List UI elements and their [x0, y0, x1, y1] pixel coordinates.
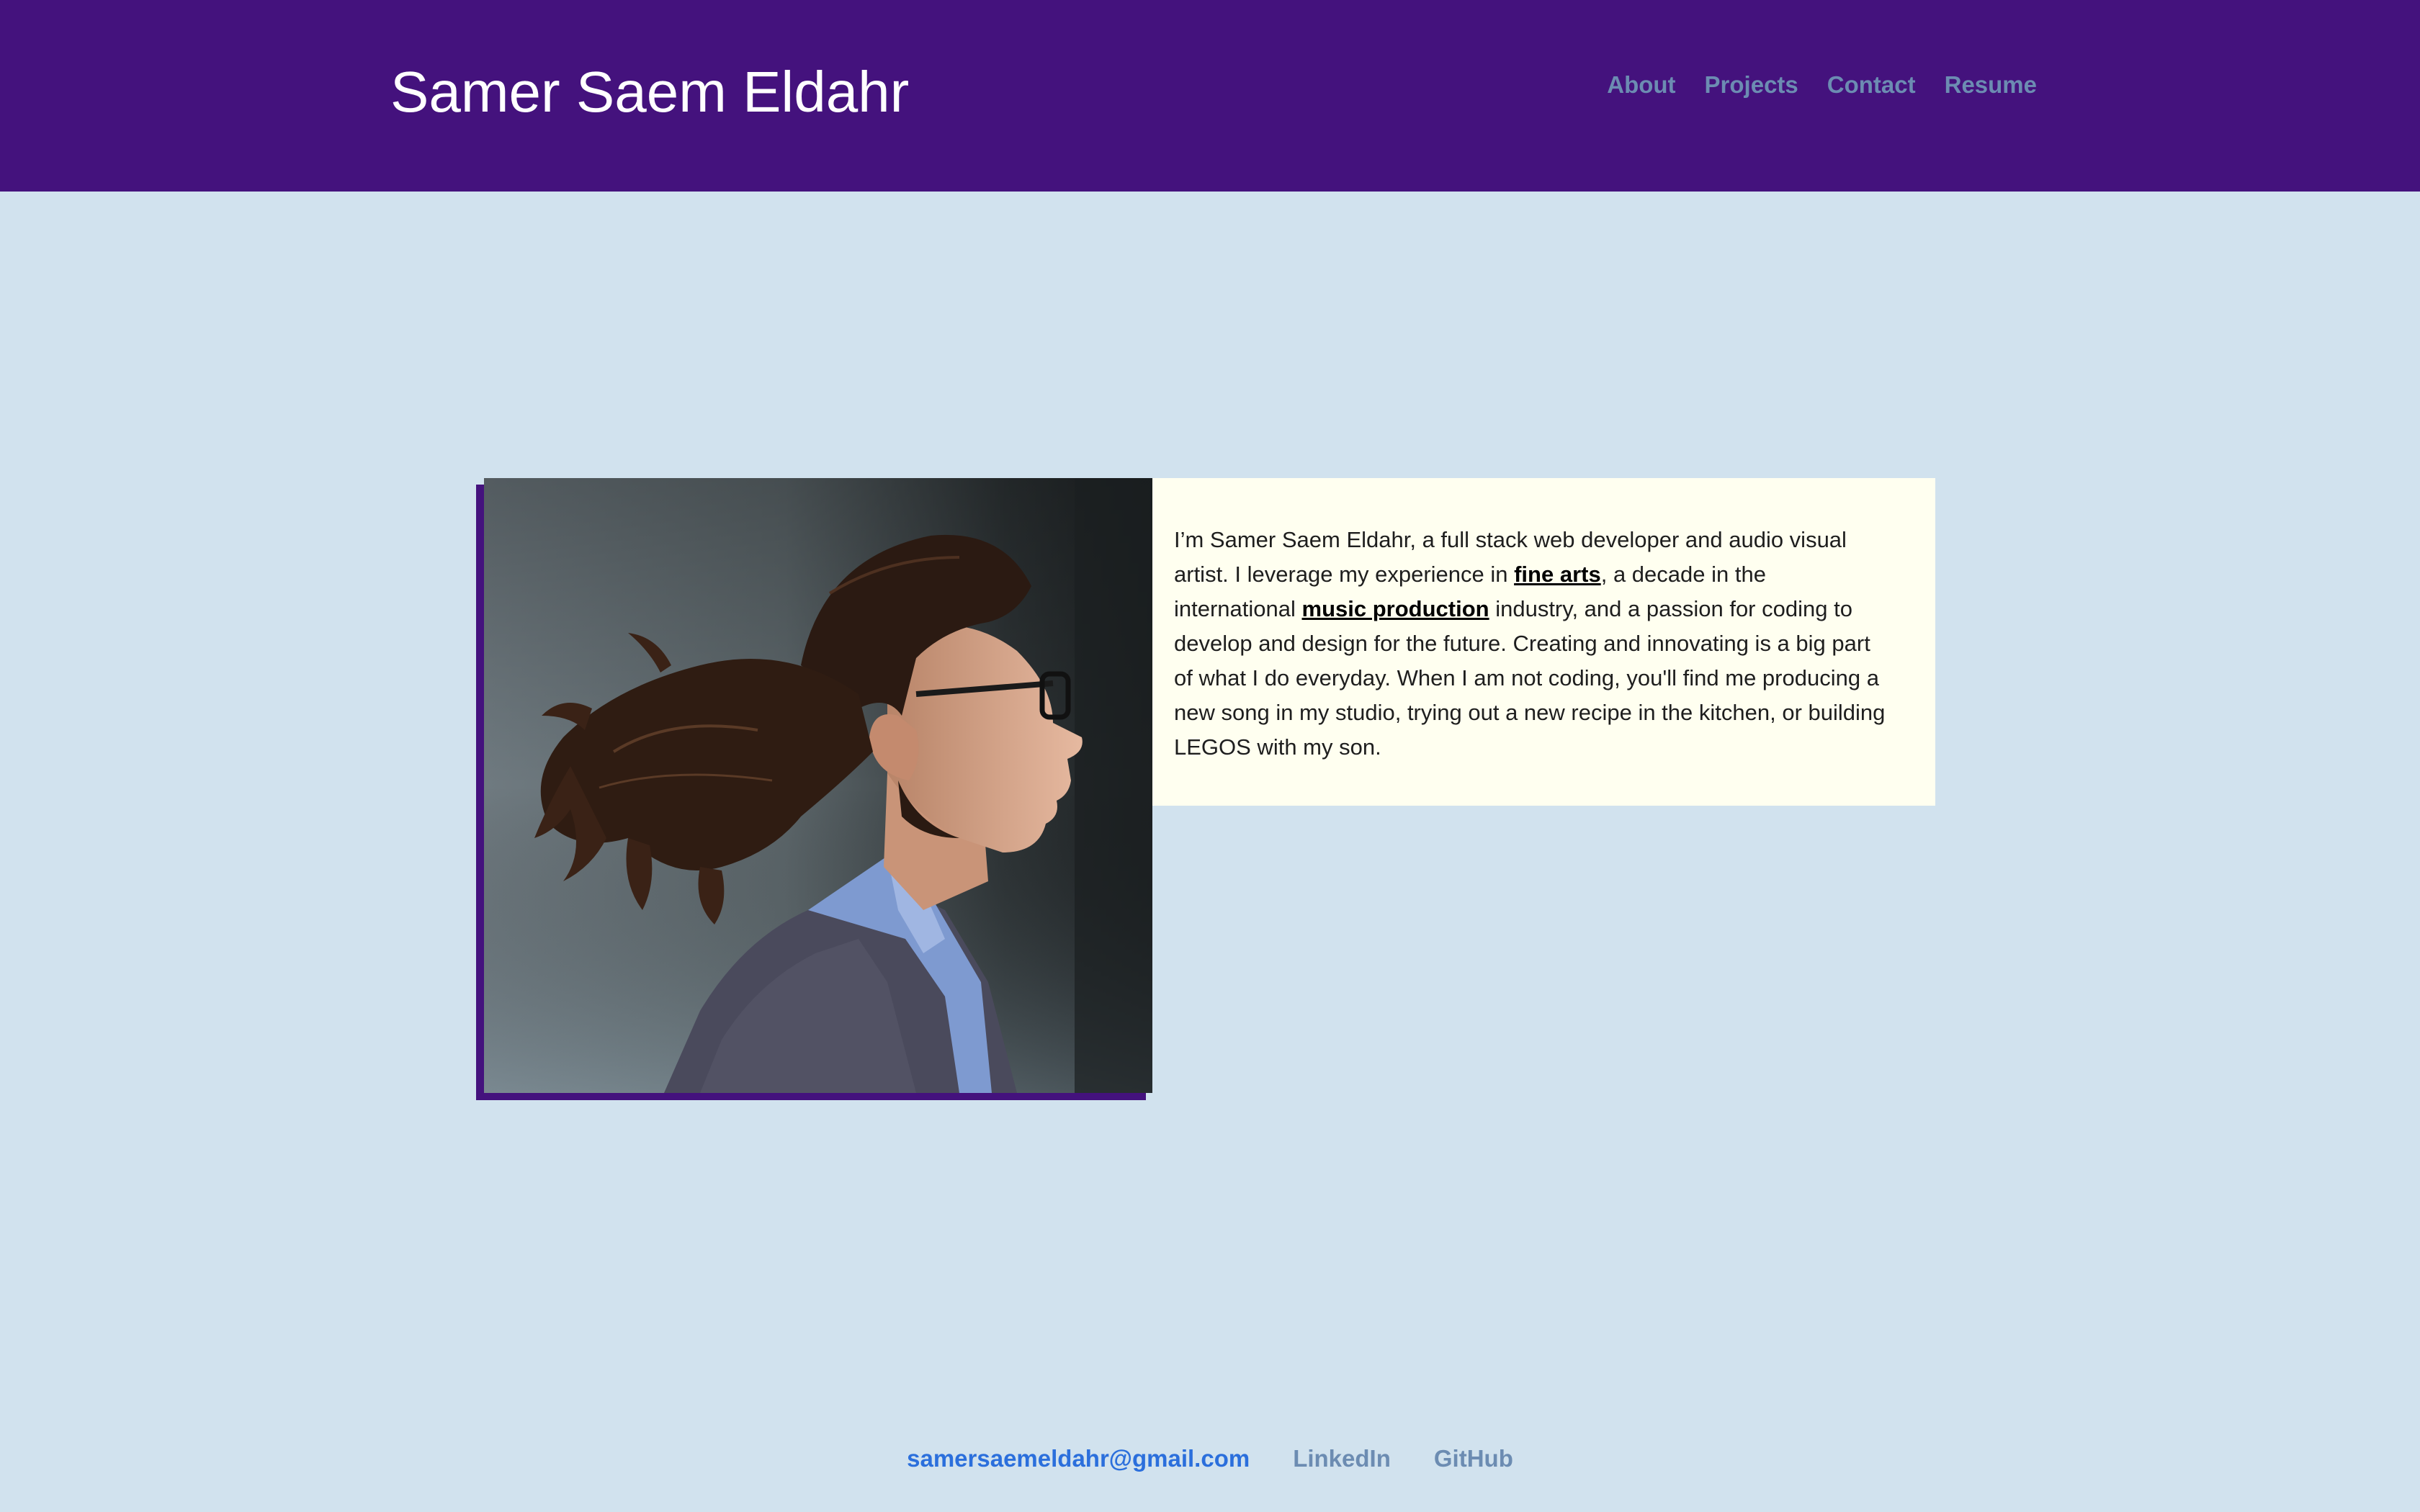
bio-paragraph: I’m Samer Saem Eldahr, a full stack web …: [1174, 523, 1894, 765]
bio-card: I’m Samer Saem Eldahr, a full stack web …: [1152, 478, 1935, 806]
nav-about-link[interactable]: About: [1607, 69, 1675, 101]
site-header: Samer Saem Eldahr About Projects Contact…: [0, 0, 2420, 192]
profile-photo-illustration: [484, 478, 1152, 1093]
site-title: Samer Saem Eldahr: [390, 60, 910, 124]
nav-projects-link[interactable]: Projects: [1705, 69, 1798, 101]
linkedin-link[interactable]: LinkedIn: [1293, 1443, 1391, 1475]
fine-arts-link[interactable]: fine arts: [1514, 562, 1601, 587]
github-link[interactable]: GitHub: [1434, 1443, 1513, 1475]
site-footer: samersaemeldahr@gmail.com LinkedIn GitHu…: [0, 1443, 2420, 1475]
profile-photo: [484, 478, 1152, 1093]
nav-contact-link[interactable]: Contact: [1827, 69, 1916, 101]
main-nav: About Projects Contact Resume: [1607, 69, 2037, 101]
music-production-link[interactable]: music production: [1302, 596, 1489, 621]
nav-resume-link[interactable]: Resume: [1945, 69, 2037, 101]
email-link[interactable]: samersaemeldahr@gmail.com: [907, 1443, 1250, 1475]
